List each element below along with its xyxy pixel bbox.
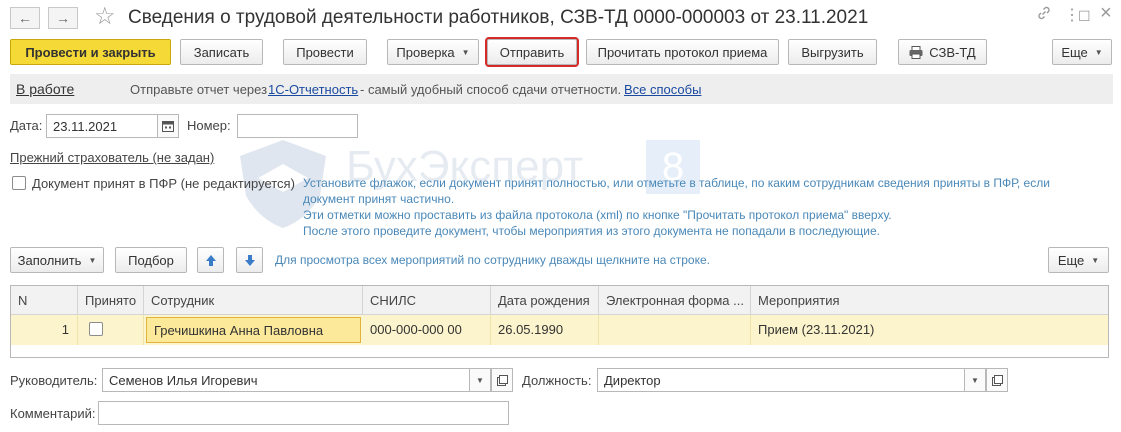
maximize-icon[interactable]: ☐ xyxy=(1078,5,1091,27)
close-icon[interactable]: × xyxy=(1100,2,1112,24)
accepted-in-pfr-checkbox[interactable] xyxy=(12,176,26,190)
head-field[interactable]: Семенов Илья Игоревич xyxy=(102,368,470,392)
row-accepted-checkbox[interactable] xyxy=(89,322,103,336)
forward-button[interactable]: → xyxy=(48,7,78,29)
select-button[interactable]: Подбор xyxy=(115,247,187,273)
cell-accepted xyxy=(78,315,144,345)
status-message-tail: - самый удобный способ сдачи отчетности. xyxy=(360,82,622,97)
position-dropdown-button[interactable]: ▼ xyxy=(964,368,986,392)
chevron-down-icon: ▼ xyxy=(1091,255,1100,265)
open-form-icon xyxy=(991,374,1003,386)
cell-birth-date: 26.05.1990 xyxy=(491,315,599,345)
star-icon[interactable]: ☆ xyxy=(94,3,116,31)
chevron-down-icon: ▼ xyxy=(461,47,470,57)
more-button[interactable]: Еще ▼ xyxy=(1052,39,1112,65)
calendar-icon[interactable] xyxy=(157,114,179,138)
number-field[interactable] xyxy=(237,114,358,138)
comment-field[interactable] xyxy=(98,401,509,425)
column-n[interactable]: N xyxy=(11,286,78,315)
save-button[interactable]: Записать xyxy=(180,39,263,65)
position-field[interactable]: Директор xyxy=(597,368,965,392)
column-birth-date[interactable]: Дата рождения xyxy=(491,286,599,315)
chevron-down-icon: ▼ xyxy=(971,375,979,385)
previous-insurer-link[interactable]: Прежний страхователь (не задан) xyxy=(10,150,214,166)
comment-label: Комментарий: xyxy=(10,406,96,421)
cell-snils: 000-000-000 00 xyxy=(363,315,491,345)
hint-text-4: После этого проведите документ, чтобы ме… xyxy=(303,224,880,238)
head-label: Руководитель: xyxy=(10,373,98,388)
status-bar: В работе Отправьте отчет через 1С-Отчетн… xyxy=(10,74,1113,104)
hint-text-1: Установите флажок, если документ принят … xyxy=(303,176,1050,190)
post-button[interactable]: Провести xyxy=(283,39,367,65)
service-link[interactable]: 1С-Отчетность xyxy=(268,82,358,97)
arrow-down-icon xyxy=(244,254,255,266)
move-down-button[interactable] xyxy=(236,247,263,273)
chevron-down-icon: ▼ xyxy=(1094,47,1103,57)
number-label: Номер: xyxy=(187,118,231,133)
table-more-button[interactable]: Еще ▼ xyxy=(1048,247,1109,273)
table-hint: Для просмотра всех мероприятий по сотруд… xyxy=(275,253,710,267)
chevron-down-icon: ▼ xyxy=(476,375,484,385)
print-szv-td-button[interactable]: СЗВ-ТД xyxy=(898,39,987,65)
all-ways-link[interactable]: Все способы xyxy=(624,82,701,97)
cell-n: 1 xyxy=(11,315,78,345)
send-button[interactable]: Отправить xyxy=(485,37,579,67)
cell-employee[interactable]: Гречишкина Анна Павловна xyxy=(146,317,361,343)
arrow-left-icon: ← xyxy=(18,10,32,26)
arrow-up-icon xyxy=(205,254,216,266)
read-protocol-button[interactable]: Прочитать протокол приема xyxy=(586,39,779,65)
table-header: N Принято Сотрудник СНИЛС Дата рождения … xyxy=(11,286,1108,315)
arrow-right-icon: → xyxy=(56,10,70,26)
chevron-down-icon: ▼ xyxy=(88,255,97,265)
hint-text-2: документ принят частично. xyxy=(303,192,455,206)
check-button[interactable]: Проверка ▼ xyxy=(387,39,479,65)
column-accepted[interactable]: Принято xyxy=(78,286,144,315)
export-button[interactable]: Выгрузить xyxy=(788,39,877,65)
position-label: Должность: xyxy=(522,373,592,388)
hint-text-3: Эти отметки можно проставить из файла пр… xyxy=(303,208,892,222)
column-events[interactable]: Мероприятия xyxy=(751,286,1108,315)
head-open-button[interactable] xyxy=(491,368,513,392)
fill-button[interactable]: Заполнить ▼ xyxy=(10,247,104,273)
date-label: Дата: xyxy=(10,118,43,133)
page-title: Сведения о трудовой деятельности работни… xyxy=(128,7,869,28)
link-icon[interactable] xyxy=(1036,5,1052,27)
status-message: Отправьте отчет через xyxy=(130,82,268,97)
column-employee[interactable]: Сотрудник xyxy=(144,286,363,315)
position-open-button[interactable] xyxy=(986,368,1008,392)
printer-icon xyxy=(909,45,923,59)
date-field[interactable]: 23.11.2021 xyxy=(46,114,158,138)
back-button[interactable]: ← xyxy=(10,7,40,29)
accepted-in-pfr-label: Документ принят в ПФР (не редактируется) xyxy=(32,176,295,191)
cell-events: Прием (23.11.2021) xyxy=(758,322,875,337)
document-status[interactable]: В работе xyxy=(16,81,74,97)
column-snils[interactable]: СНИЛС xyxy=(363,286,491,315)
table-row[interactable]: 1 Гречишкина Анна Павловна 000-000-000 0… xyxy=(11,315,1108,345)
move-up-button[interactable] xyxy=(197,247,224,273)
cell-e-form xyxy=(599,315,751,345)
head-dropdown-button[interactable]: ▼ xyxy=(469,368,491,392)
post-and-close-button[interactable]: Провести и закрыть xyxy=(10,39,171,65)
employees-table: N Принято Сотрудник СНИЛС Дата рождения … xyxy=(10,285,1109,358)
column-e-form[interactable]: Электронная форма ... xyxy=(599,286,751,315)
open-form-icon xyxy=(496,374,508,386)
